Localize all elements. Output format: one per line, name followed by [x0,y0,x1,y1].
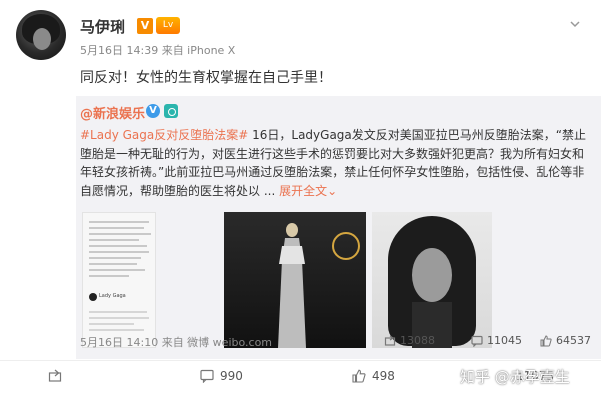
comment-count[interactable]: 11045 [471,334,522,348]
thumbs-up-icon [352,369,366,383]
share-icon [384,335,396,346]
expand-link[interactable]: 展开全文⌄ [279,184,337,198]
like-count[interactable]: 64537 [540,334,591,347]
post-text: 同反对！女性的生育权掌握在自己手里！ [80,70,332,86]
repost-button[interactable] [48,369,68,383]
repost-card[interactable]: @新浪娱乐 V #Lady Gaga反对反堕胎法案# 16日，LadyGaga发… [76,96,601,359]
comment-button[interactable]: 990 [200,369,243,384]
avatar[interactable] [16,10,66,60]
vip-badge: V [137,18,153,34]
repost-author[interactable]: @新浪娱乐 [80,103,145,122]
repost-footer-meta: 5月16日 14:10 来自 微博 weibo.com [80,336,273,349]
like-button[interactable]: 498 [352,369,395,383]
thumbs-up-icon [540,335,552,347]
like-count-value: 64537 [556,334,591,347]
hashtag-link[interactable]: #Lady Gaga反对反堕胎法案# [80,128,248,142]
weibo-post-header: 马伊琍 V Lv 5月16日 14:39 来自 iPhone X 同反对！女性的… [0,0,601,100]
repost-count[interactable]: 13088 [384,334,435,347]
member-badge-icon [164,104,178,118]
repost-text: #Lady Gaga反对反堕胎法案# 16日，LadyGaga发文反对美国亚拉巴… [80,126,590,200]
logo-mark [332,232,360,260]
like-button-label: 498 [372,369,395,383]
verified-icon: V [146,104,160,118]
expand-label: 展开全文 [279,183,328,198]
tweet-screenshot-image[interactable]: Lady Gaga [82,212,156,348]
red-carpet-photo[interactable] [224,212,366,348]
share-icon [48,369,62,382]
username[interactable]: 马伊琍 [80,16,125,37]
level-badge: Lv [156,17,180,34]
tweet-author-name: Lady Gaga [99,293,126,299]
watermark: 知乎 @赤孕壹生 [460,368,570,386]
chevron-down-icon: ⌄ [327,183,338,198]
repost-count-value: 13088 [400,334,435,347]
figure-silhouette [278,223,306,348]
post-meta: 5月16日 14:39 来自 iPhone X [80,44,236,57]
comment-icon [471,335,483,348]
chevron-down-icon[interactable] [569,18,581,30]
comment-count-value: 11045 [487,334,522,347]
comment-icon [200,369,214,384]
portrait-photo[interactable] [372,212,492,348]
comment-button-label: 990 [220,369,243,383]
